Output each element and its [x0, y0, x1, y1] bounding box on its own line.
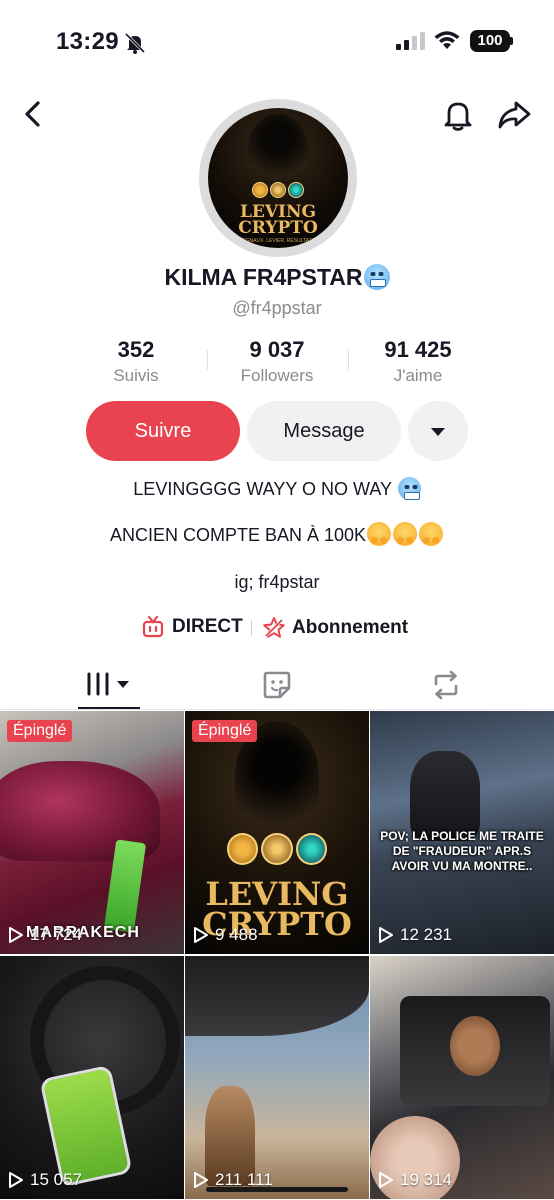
tabs-border	[0, 709, 554, 710]
profile-name: KILMA FR4PSTAR	[0, 264, 554, 291]
solana-coin-icon	[295, 833, 327, 865]
stat-following-label: Suivis	[113, 366, 159, 385]
tab-reposts[interactable]	[370, 660, 554, 710]
stat-followers[interactable]: 9 037 Followers	[207, 337, 347, 386]
home-indicator	[206, 1187, 348, 1192]
bell-icon[interactable]	[440, 97, 476, 133]
avatar[interactable]: LEVING CRYPTO SIGNAUX. LEVIER. RÉSULTATS	[208, 108, 348, 248]
video-thumbnail[interactable]: LEVING CRYPTO Épinglé 9 488	[185, 711, 369, 954]
play-icon	[9, 927, 23, 943]
video-views-count: 15 057	[30, 1170, 82, 1189]
video-views: 15 057	[8, 1170, 82, 1190]
live-link-label: DIRECT	[172, 616, 243, 637]
profile-links-row: DIRECT Abonnement	[0, 612, 554, 642]
bell-muted-icon	[124, 32, 146, 54]
grid-videos-icon	[87, 672, 129, 696]
wifi-icon	[434, 31, 460, 49]
content-tabs	[0, 660, 554, 710]
more-options-button[interactable]	[408, 401, 468, 461]
video-views-count: 9 488	[215, 925, 258, 944]
ethereum-coin-icon	[270, 182, 286, 198]
avatar-subtitle: SIGNAUX. LEVIER. RÉSULTATS	[240, 238, 316, 244]
video-views: 19 314	[378, 1170, 452, 1190]
status-time: 13:29	[56, 28, 119, 55]
stat-likes-value: 91 425	[384, 337, 452, 362]
battery-indicator: 100	[470, 30, 510, 52]
cellular-signal-icon	[396, 32, 425, 50]
tab-favorites[interactable]	[185, 660, 369, 710]
caret-down-icon	[431, 428, 445, 436]
avatar-title-line2: CRYPTO	[238, 218, 318, 238]
bio-line-1-text: LEVINGGGG WAYY O NO WAY	[133, 479, 392, 499]
cold-face-emoji-icon	[397, 477, 421, 500]
video-thumbnail[interactable]: 15 057	[0, 956, 184, 1199]
ethereum-coin-icon	[261, 833, 293, 865]
bio-line-3: ig; fr4pstar	[234, 572, 320, 592]
sticker-favorites-icon	[263, 671, 291, 699]
profile-name-text: KILMA FR4PSTAR	[164, 264, 363, 290]
video-views-count: 19 314	[400, 1170, 452, 1189]
stat-following[interactable]: 352 Suivis	[66, 337, 206, 386]
stat-following-value: 352	[117, 337, 155, 362]
person-image	[450, 1016, 500, 1076]
crypto-coins-image	[227, 833, 327, 867]
play-icon	[379, 927, 393, 943]
video-views-count: 12 231	[400, 925, 452, 944]
video-views: 12 231	[378, 925, 452, 945]
bitcoin-coin-icon	[252, 182, 268, 198]
stat-followers-label: Followers	[240, 366, 314, 385]
stat-followers-value: 9 037	[249, 337, 305, 362]
video-thumbnail[interactable]: 19 314	[370, 956, 554, 1199]
police-officer-image	[410, 751, 480, 841]
crypto-coins-image	[252, 182, 304, 200]
video-views: 9 488	[193, 925, 258, 945]
bio-line-1: LEVINGGGG WAYY O NO WAY	[0, 477, 554, 500]
cold-face-emoji-icon	[363, 264, 390, 290]
play-icon	[379, 1172, 393, 1188]
follow-button[interactable]: Suivre	[86, 401, 240, 461]
back-chevron-icon[interactable]	[18, 98, 48, 130]
video-grid: Épinglé MARRAKECH 17 724 LEVING CRYPTO É…	[0, 711, 554, 1200]
play-icon	[9, 1172, 23, 1188]
profile-handle: @fr4ppstar	[232, 298, 322, 318]
hugging-face-emoji-icon	[367, 522, 392, 546]
stat-likes-label: J'aime	[393, 366, 443, 385]
video-views: 17 724	[8, 925, 82, 945]
hugging-face-emoji-icon	[419, 522, 444, 546]
video-thumbnail[interactable]: Épinglé MARRAKECH 17 724	[0, 711, 184, 954]
status-bar: 13:29 100	[0, 0, 554, 86]
video-overlay-text: POV; LA POLICE ME TRAITE DE "FRAUDEUR" A…	[380, 829, 544, 873]
video-thumbnail[interactable]: POV; LA POLICE ME TRAITE DE "FRAUDEUR" A…	[370, 711, 554, 954]
solana-coin-icon	[288, 182, 304, 198]
live-link[interactable]: DIRECT	[142, 616, 243, 638]
video-thumbnail[interactable]: 211 111	[185, 956, 369, 1199]
video-views-count: 17 724	[30, 925, 82, 944]
play-icon	[194, 927, 208, 943]
bio-line-2-text: ANCIEN COMPTE BAN À 100K	[109, 525, 367, 545]
links-separator	[251, 620, 252, 636]
message-button[interactable]: Message	[247, 401, 401, 461]
subscription-link-label: Abonnement	[292, 617, 409, 638]
share-arrow-icon[interactable]	[496, 98, 532, 132]
battery-tip	[510, 37, 513, 45]
bitcoin-coin-icon	[227, 833, 259, 865]
repost-icon	[434, 670, 458, 700]
stat-likes[interactable]: 91 425 J'aime	[348, 337, 488, 386]
subscription-link[interactable]: Abonnement	[262, 616, 408, 640]
pinned-badge: Épinglé	[192, 720, 258, 742]
tab-videos[interactable]	[0, 660, 184, 710]
live-tv-icon	[142, 616, 164, 638]
hugging-face-emoji-icon	[393, 522, 418, 546]
pinned-badge: Épinglé	[7, 720, 73, 742]
subscription-star-icon	[263, 617, 285, 639]
car-window-image	[185, 956, 369, 1036]
bio-line-2: ANCIEN COMPTE BAN À 100K	[0, 522, 554, 546]
hooded-figure-image	[248, 114, 308, 184]
